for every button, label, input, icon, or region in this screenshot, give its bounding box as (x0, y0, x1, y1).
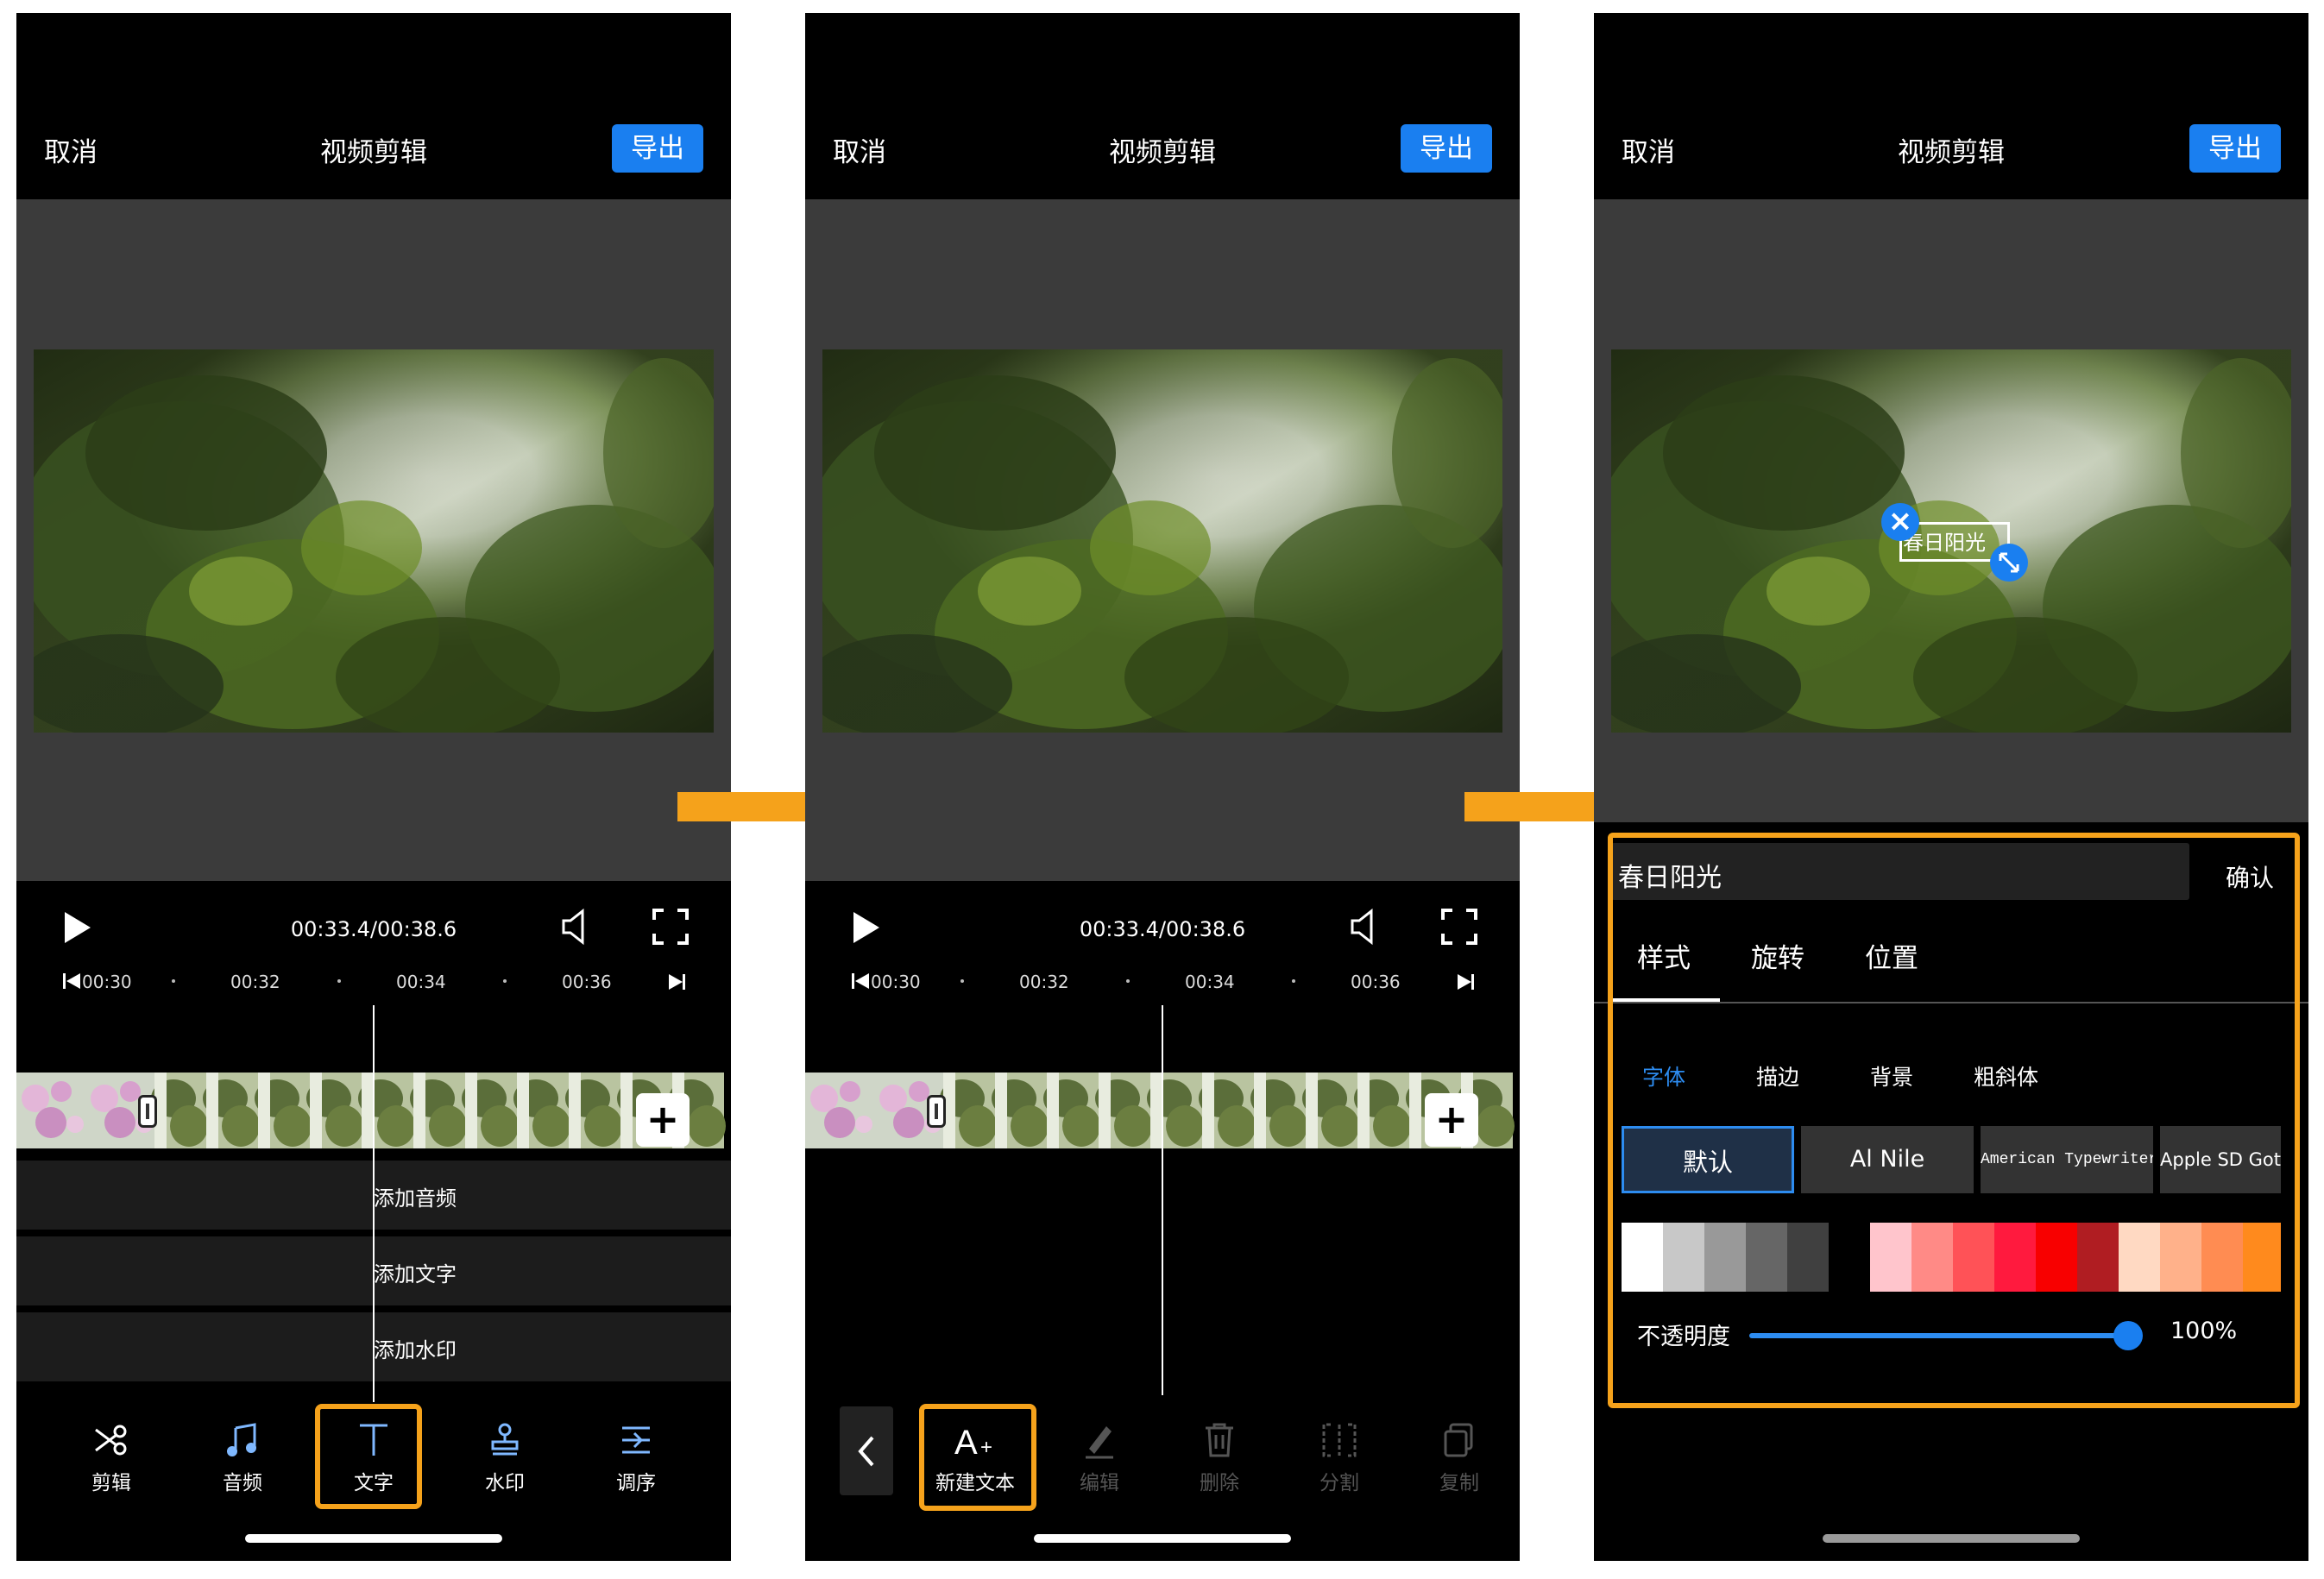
add-text-label: 添加文字 (374, 1262, 457, 1286)
top-bar: 取消 视频剪辑 导出 (16, 13, 731, 199)
ruler-tick: 00:32 (1019, 972, 1069, 992)
screen-1-edit-overview: 取消 视频剪辑 导出 00:33.4/00:38.6 00:30 00:32 0… (16, 13, 731, 1561)
split-icon (1322, 1423, 1357, 1457)
timecode: 00:33.4/00:38.6 (1079, 917, 1246, 941)
copy-icon (1444, 1423, 1473, 1457)
back-button[interactable] (840, 1406, 893, 1495)
ruler-dot (1126, 979, 1130, 983)
tool-label: 编辑 (1080, 1472, 1119, 1494)
clip-trim-handle[interactable] (141, 1098, 154, 1125)
skip-start-icon[interactable] (63, 972, 82, 991)
tool-copy[interactable]: 复制 (1412, 1421, 1507, 1495)
skip-end-icon[interactable] (667, 972, 686, 991)
fullscreen-icon[interactable] (1440, 908, 1478, 946)
video-frame (34, 349, 714, 733)
add-audio-label: 添加音频 (374, 1186, 457, 1211)
tool-label: 水印 (485, 1472, 525, 1494)
ruler-tick: 00:34 (1185, 972, 1235, 992)
skip-start-icon[interactable] (852, 972, 871, 991)
screen-2-text-tools: 取消 视频剪辑 导出 00:33.4/00:38.6 00:30 00:32 0… (805, 13, 1520, 1561)
home-indicator (1034, 1534, 1291, 1543)
close-icon[interactable]: × (1881, 503, 1919, 541)
tool-edit[interactable]: 剪辑 (64, 1421, 159, 1495)
tool-split[interactable]: 分割 (1292, 1421, 1387, 1495)
skip-end-icon[interactable] (1456, 972, 1475, 991)
home-indicator (245, 1534, 502, 1543)
ruler-dot (960, 979, 964, 983)
reorder-icon (622, 1426, 650, 1454)
export-button[interactable]: 导出 (1401, 124, 1492, 173)
tool-label: 复制 (1439, 1472, 1479, 1494)
add-clip-button[interactable]: + (1425, 1093, 1478, 1147)
ruler-tick: 00:30 (871, 972, 921, 992)
top-bar: 取消 视频剪辑 导出 (1594, 13, 2308, 199)
tool-reorder[interactable]: 调序 (589, 1421, 683, 1495)
export-button[interactable]: 导出 (612, 124, 703, 173)
tool-label: 分割 (1319, 1472, 1359, 1494)
trash-icon (1206, 1423, 1233, 1457)
scissors-icon (95, 1425, 127, 1456)
ruler-dot (503, 979, 507, 983)
timecode: 00:33.4/00:38.6 (290, 917, 457, 941)
ruler-dot (172, 979, 175, 983)
ruler-tick: 00:30 (82, 972, 132, 992)
ruler-tick: 00:32 (230, 972, 280, 992)
tool-label: 音频 (223, 1472, 262, 1494)
tool-watermark[interactable]: 水印 (457, 1421, 552, 1495)
video-frame (822, 349, 1502, 733)
ruler-dot (1292, 979, 1295, 983)
pencil-icon (1086, 1426, 1113, 1459)
ruler-tick: 00:36 (562, 972, 612, 992)
chevron-left-icon (858, 1436, 874, 1467)
tool-edit-text[interactable]: 编辑 (1052, 1421, 1147, 1495)
volume-icon[interactable] (560, 908, 595, 946)
highlight-new-text (919, 1404, 1036, 1511)
playhead[interactable] (373, 1005, 375, 1411)
volume-icon[interactable] (1349, 908, 1383, 946)
music-note-icon (227, 1423, 256, 1456)
tool-label: 删除 (1200, 1472, 1239, 1494)
home-indicator (1823, 1534, 2080, 1543)
export-button[interactable]: 导出 (2189, 124, 2281, 173)
screen-3-text-style: 取消 视频剪辑 导出 春日阳光 × 春日阳光 确认 样式 旋转 位置 字体 描边… (1594, 13, 2308, 1561)
ruler-tick: 00:34 (396, 972, 446, 992)
ruler-dot (337, 979, 341, 983)
resize-handle[interactable] (1990, 544, 2028, 582)
playhead[interactable] (1162, 1005, 1163, 1395)
fullscreen-icon[interactable] (652, 908, 690, 946)
resize-arrows-icon (1999, 552, 2019, 573)
add-clip-button[interactable]: + (636, 1093, 690, 1147)
tool-label: 剪辑 (91, 1472, 131, 1494)
stamp-icon (491, 1423, 519, 1456)
tool-delete[interactable]: 删除 (1172, 1421, 1267, 1495)
highlight-style-panel (1608, 833, 2300, 1408)
ruler-tick: 00:36 (1351, 972, 1401, 992)
top-bar: 取消 视频剪辑 导出 (805, 13, 1520, 199)
tool-audio[interactable]: 音频 (195, 1421, 290, 1495)
clip-trim-handle[interactable] (929, 1098, 943, 1125)
tool-label: 调序 (616, 1472, 656, 1494)
add-watermark-label: 添加水印 (374, 1338, 457, 1362)
highlight-text-tool (315, 1404, 422, 1509)
